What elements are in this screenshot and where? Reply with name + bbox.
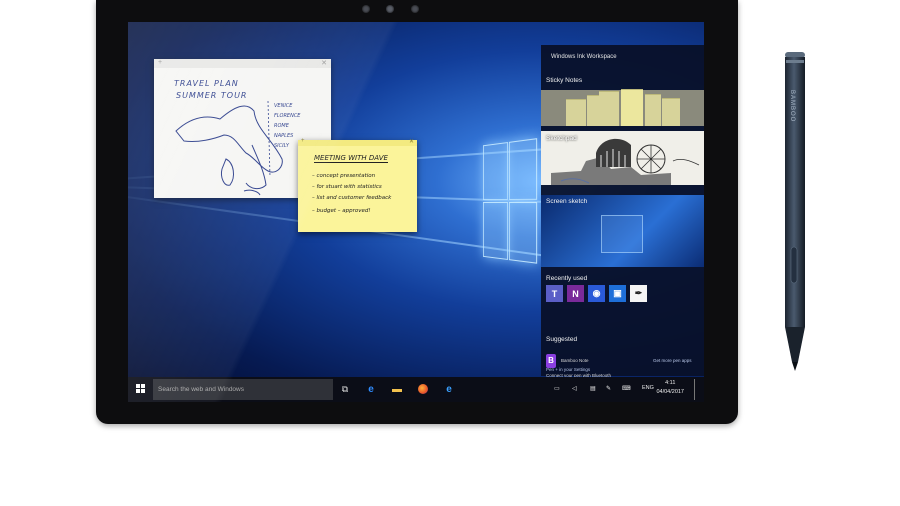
suggested-label: Suggested	[546, 336, 578, 343]
desktop-screen: + ✕ TRAVEL PLAN SUMMER TOUR VENICE FLORE…	[128, 22, 704, 402]
maps-icon[interactable]: ◉	[588, 285, 605, 302]
edge-icon[interactable]: e	[364, 382, 378, 396]
onenote-icon[interactable]: N	[567, 285, 584, 302]
sticky-notes-tile[interactable]	[541, 89, 704, 126]
ink-workspace-panel: Windows Ink Workspace Sticky Notes Sketc…	[541, 45, 704, 378]
keyboard-icon[interactable]: ⌨	[622, 385, 631, 392]
taskbar: Search the web and Windows ⧉ e ▬ e ▭ ◁ ▤…	[128, 377, 704, 402]
ink-workspace-icon[interactable]: ✎	[606, 385, 611, 392]
camera-left	[362, 5, 370, 13]
bamboo-note-icon[interactable]: B	[546, 354, 556, 368]
meeting-sticky-note[interactable]: + ✕ MEETING WITH DAVE – concept presenta…	[298, 138, 417, 232]
add-note-icon[interactable]: +	[301, 138, 305, 144]
note-titlebar[interactable]: + ✕	[298, 138, 417, 146]
stylus-pen	[785, 52, 805, 371]
screen-sketch-tile[interactable]	[541, 195, 704, 267]
panel-title: Windows Ink Workspace	[551, 54, 617, 60]
map-city-labels: VENICE FLORENCE ROME NAPLES SICILY	[274, 103, 301, 149]
bamboo-note-link[interactable]: Bamboo Note	[561, 358, 589, 363]
note-line: – budget – approved!	[312, 208, 371, 214]
pen-brand-label: BAMBOO	[789, 90, 795, 123]
note-line: – for stuart with statistics	[312, 184, 382, 190]
clock-date: 04/04/2017	[656, 389, 684, 395]
windows-logo-wallpaper	[482, 138, 538, 265]
internet-explorer-icon[interactable]: e	[442, 382, 456, 396]
note-heading: MEETING WITH DAVE	[314, 154, 388, 163]
sketchpad-tile[interactable]: Sketchpad	[541, 131, 704, 185]
start-button[interactable]	[136, 384, 146, 394]
camera-center	[386, 5, 394, 13]
task-view-icon[interactable]: ⧉	[338, 382, 352, 396]
search-box[interactable]: Search the web and Windows	[153, 379, 333, 400]
network-icon[interactable]: ▭	[554, 385, 560, 392]
get-more-pen-apps-link[interactable]: Get more pen apps	[653, 358, 692, 363]
recently-used-label: Recently used	[546, 275, 588, 282]
camera-right	[411, 5, 419, 13]
pen-settings-link[interactable]: Pen + in your Settings	[546, 367, 590, 372]
note-line: – list and customer feedback	[312, 195, 392, 201]
teams-icon[interactable]: T	[546, 285, 563, 302]
screen-sketch-label: Screen sketch	[546, 198, 588, 205]
photos-icon[interactable]: ▣	[609, 285, 626, 302]
show-desktop-button[interactable]	[694, 379, 695, 400]
volume-icon[interactable]: ◁	[572, 385, 577, 392]
file-explorer-icon[interactable]: ▬	[390, 382, 404, 396]
language-indicator[interactable]: ENG	[642, 385, 654, 391]
sketchpad-label: Sketchpad	[546, 135, 577, 142]
action-center-icon[interactable]: ▤	[590, 385, 596, 392]
sticky-notes-label: Sticky Notes	[546, 77, 583, 84]
recent-apps-row: T N ◉ ▣ ✒	[546, 285, 647, 302]
note-line: – concept presentation	[312, 173, 376, 179]
clock-time: 4:11	[665, 380, 676, 386]
firefox-icon[interactable]	[416, 382, 430, 396]
pen-app-icon[interactable]: ✒	[630, 285, 647, 302]
close-icon[interactable]: ✕	[409, 138, 414, 145]
tablet-device: + ✕ TRAVEL PLAN SUMMER TOUR VENICE FLORE…	[96, 0, 738, 424]
clock[interactable]: 4:11 04/04/2017	[656, 379, 684, 397]
